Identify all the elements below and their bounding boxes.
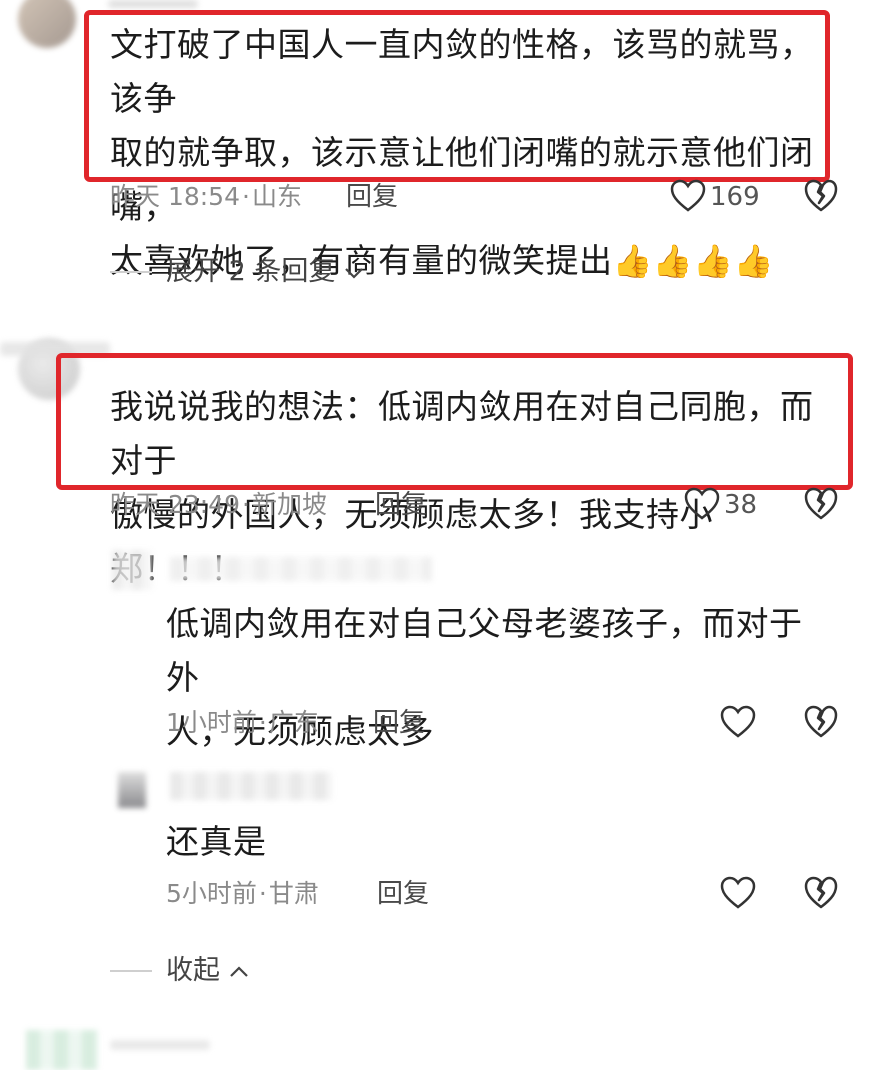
comment-meta: 昨天 18:54·山东 <box>110 182 302 212</box>
reply-meta: 1小时前·广东 <box>166 708 319 738</box>
comment-line: 取的就争取，该示意让他们闭嘴的就示意他们闭嘴， <box>110 133 814 226</box>
timestamp: 昨天 23:49 <box>110 490 240 519</box>
separator: · <box>258 708 267 737</box>
reply-button[interactable]: 回复 <box>375 490 427 520</box>
timestamp: 5小时前 <box>166 879 257 908</box>
comment-text: 文打破了中国人一直内敛的性格，该骂的就骂，该争 取的就争取，该示意让他们闭嘴的就… <box>110 18 820 288</box>
comment-meta: 昨天 23:49·新加坡 <box>110 490 327 520</box>
reply-button[interactable]: 回复 <box>377 879 429 909</box>
heart-icon[interactable] <box>684 487 720 521</box>
reply-meta: 5小时前·甘肃 <box>166 879 319 909</box>
separator: · <box>242 490 250 519</box>
collapse-label: 收起 <box>166 955 220 986</box>
comment-line: 文打破了中国人一直内敛的性格，该骂的就骂，该争 <box>110 25 814 118</box>
reply-line: 低调内敛用在对自己父母老婆孩子，而对于外 <box>166 604 803 697</box>
username-blurred <box>170 557 432 581</box>
timestamp: 昨天 18:54 <box>110 182 240 211</box>
reply-button[interactable]: 回复 <box>373 708 425 738</box>
avatar[interactable] <box>26 1030 98 1070</box>
reply-button[interactable]: 回复 <box>346 182 398 212</box>
location: 新加坡 <box>251 490 327 519</box>
avatar[interactable] <box>118 772 146 808</box>
thumbs-up-icon: 👍👍👍👍 <box>612 242 774 280</box>
heart-icon[interactable] <box>720 876 756 910</box>
expand-replies-label: 展开 2 条回复 <box>166 256 336 287</box>
avatar[interactable] <box>18 0 76 48</box>
username-blurred <box>170 772 332 800</box>
expand-replies-button[interactable]: 展开 2 条回复 <box>166 257 364 287</box>
reply-text: 还真是 <box>166 815 826 869</box>
chevron-up-icon <box>229 965 249 979</box>
separator: · <box>258 879 267 908</box>
username-blurred <box>110 1040 210 1050</box>
reply-line: 还真是 <box>166 822 267 861</box>
separator: · <box>242 182 250 211</box>
avatar[interactable] <box>112 550 152 590</box>
broken-heart-icon[interactable] <box>804 705 838 739</box>
comment-line: 我说说我的想法：低调内敛用在对自己同胞，而对于 <box>110 387 814 480</box>
heart-icon[interactable] <box>720 705 756 739</box>
timestamp: 1小时前 <box>166 708 257 737</box>
broken-heart-icon[interactable] <box>804 179 838 213</box>
like-count: 169 <box>710 182 760 212</box>
broken-heart-icon[interactable] <box>804 876 838 910</box>
divider <box>110 970 152 972</box>
location: 山东 <box>251 182 302 211</box>
like-count: 38 <box>724 490 758 520</box>
username-blurred <box>108 0 198 8</box>
chevron-down-icon <box>344 266 364 280</box>
collapse-replies-button[interactable]: 收起 <box>166 956 249 986</box>
heart-icon[interactable] <box>670 179 706 213</box>
location: 广东 <box>268 708 319 737</box>
broken-heart-icon[interactable] <box>804 487 838 521</box>
location: 甘肃 <box>268 879 319 908</box>
divider <box>110 271 152 273</box>
